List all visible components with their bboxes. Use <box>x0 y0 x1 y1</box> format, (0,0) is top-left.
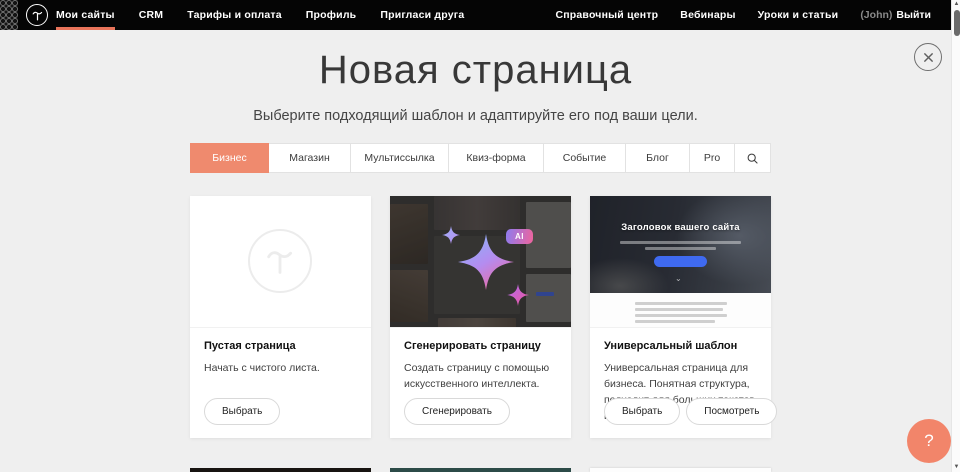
nav-webinars[interactable]: Вебинары <box>680 0 735 30</box>
tab-search[interactable] <box>735 144 770 172</box>
search-icon <box>746 152 759 165</box>
ai-sparkle-icon <box>458 234 514 290</box>
next-row-card-preview[interactable] <box>590 468 771 472</box>
scrollbar-thumb[interactable] <box>954 10 960 36</box>
tab-event[interactable]: Событие <box>544 144 626 172</box>
card-title: Пустая страница <box>204 340 357 352</box>
card-title: Универсальный шаблон <box>604 340 757 352</box>
ai-generate-card-body: Сгенерировать страницу Создать страницу … <box>390 328 571 438</box>
scroll-up-arrow-icon[interactable]: ▲ <box>952 0 960 9</box>
nav-lessons[interactable]: Уроки и статьи <box>758 0 839 30</box>
help-button[interactable]: ? <box>907 419 951 463</box>
template-category-tabs: Бизнес Магазин Мультиссылка Квиз-форма С… <box>190 143 771 173</box>
template-headline: Заголовок вашего сайта <box>590 222 771 233</box>
tab-blog[interactable]: Блог <box>626 144 690 172</box>
template-card-blank-page: Пустая страница Начать с чистого листа. … <box>190 196 371 438</box>
preview-universal-button[interactable]: Посмотреть <box>686 398 777 425</box>
card-description: Создать страницу с помощью искусственног… <box>404 360 557 392</box>
chevron-down-icon: ⌄ <box>675 274 682 283</box>
vertical-scrollbar[interactable]: ▲ ▼ <box>951 0 960 472</box>
sparkle-small-icon <box>507 284 529 306</box>
nav-invite-friend[interactable]: Пригласи друга <box>380 0 464 30</box>
template-card-universal: Заголовок вашего сайта ⌄ Универсальный ш… <box>590 196 771 438</box>
blank-page-card-body: Пустая страница Начать с чистого листа. … <box>190 328 371 438</box>
choose-blank-button[interactable]: Выбрать <box>204 398 280 425</box>
template-card-ai-generate: AI Сгенерировать страницу Создать страни… <box>390 196 571 438</box>
template-text-section <box>590 293 771 328</box>
next-row-card-preview[interactable] <box>190 468 371 472</box>
header-nav-left: Мои сайты CRM Тарифы и оплата Профиль Пр… <box>56 0 464 30</box>
page-subtitle: Выберите подходящий шаблон и адаптируйте… <box>0 108 951 124</box>
template-hero-image: Заголовок вашего сайта ⌄ <box>590 196 771 293</box>
ai-badge: AI <box>506 229 533 244</box>
tab-multilink[interactable]: Мультиссылка <box>351 144 449 172</box>
scroll-down-arrow-icon[interactable]: ▼ <box>952 463 960 472</box>
universal-card-body: Универсальный шаблон Универсальная стран… <box>590 328 771 438</box>
ai-generate-preview[interactable]: AI <box>390 196 571 328</box>
top-navigation-bar: Мои сайты CRM Тарифы и оплата Профиль Пр… <box>0 0 951 30</box>
logout-link[interactable]: Выйти <box>896 9 931 21</box>
tab-quiz-form[interactable]: Квиз-форма <box>449 144 544 172</box>
edge-texture <box>0 0 18 30</box>
nav-profile[interactable]: Профиль <box>306 0 357 30</box>
nav-crm[interactable]: CRM <box>139 0 164 30</box>
next-row-card-preview[interactable] <box>390 468 571 472</box>
template-subtext-line <box>620 241 741 244</box>
tab-business[interactable]: Бизнес <box>190 143 269 173</box>
nav-help-center[interactable]: Справочный центр <box>555 0 658 30</box>
header-nav-right: Справочный центр Вебинары Уроки и статьи… <box>555 0 931 30</box>
tilda-logo-icon[interactable] <box>26 4 48 26</box>
tilda-glyph <box>31 9 44 22</box>
tab-shop[interactable]: Магазин <box>269 144 351 172</box>
tilda-watermark-icon <box>248 229 312 293</box>
user-name: (John) <box>860 9 892 21</box>
page-title: Новая страница <box>0 48 951 93</box>
template-subtext-line <box>645 247 716 250</box>
tab-pro[interactable]: Pro <box>690 144 735 172</box>
generate-button[interactable]: Сгенерировать <box>404 398 510 425</box>
blank-page-preview[interactable] <box>190 196 371 328</box>
new-page-modal-screen: Мои сайты CRM Тарифы и оплата Профиль Пр… <box>0 0 960 472</box>
user-account: (John) Выйти <box>860 9 931 21</box>
choose-universal-button[interactable]: Выбрать <box>604 398 680 425</box>
nav-tariffs[interactable]: Тарифы и оплата <box>187 0 282 30</box>
template-cta-button <box>654 256 707 267</box>
card-description: Начать с чистого листа. <box>204 360 357 376</box>
universal-template-preview[interactable]: Заголовок вашего сайта ⌄ <box>590 196 771 328</box>
nav-my-sites[interactable]: Мои сайты <box>56 0 115 30</box>
card-title: Сгенерировать страницу <box>404 340 557 352</box>
